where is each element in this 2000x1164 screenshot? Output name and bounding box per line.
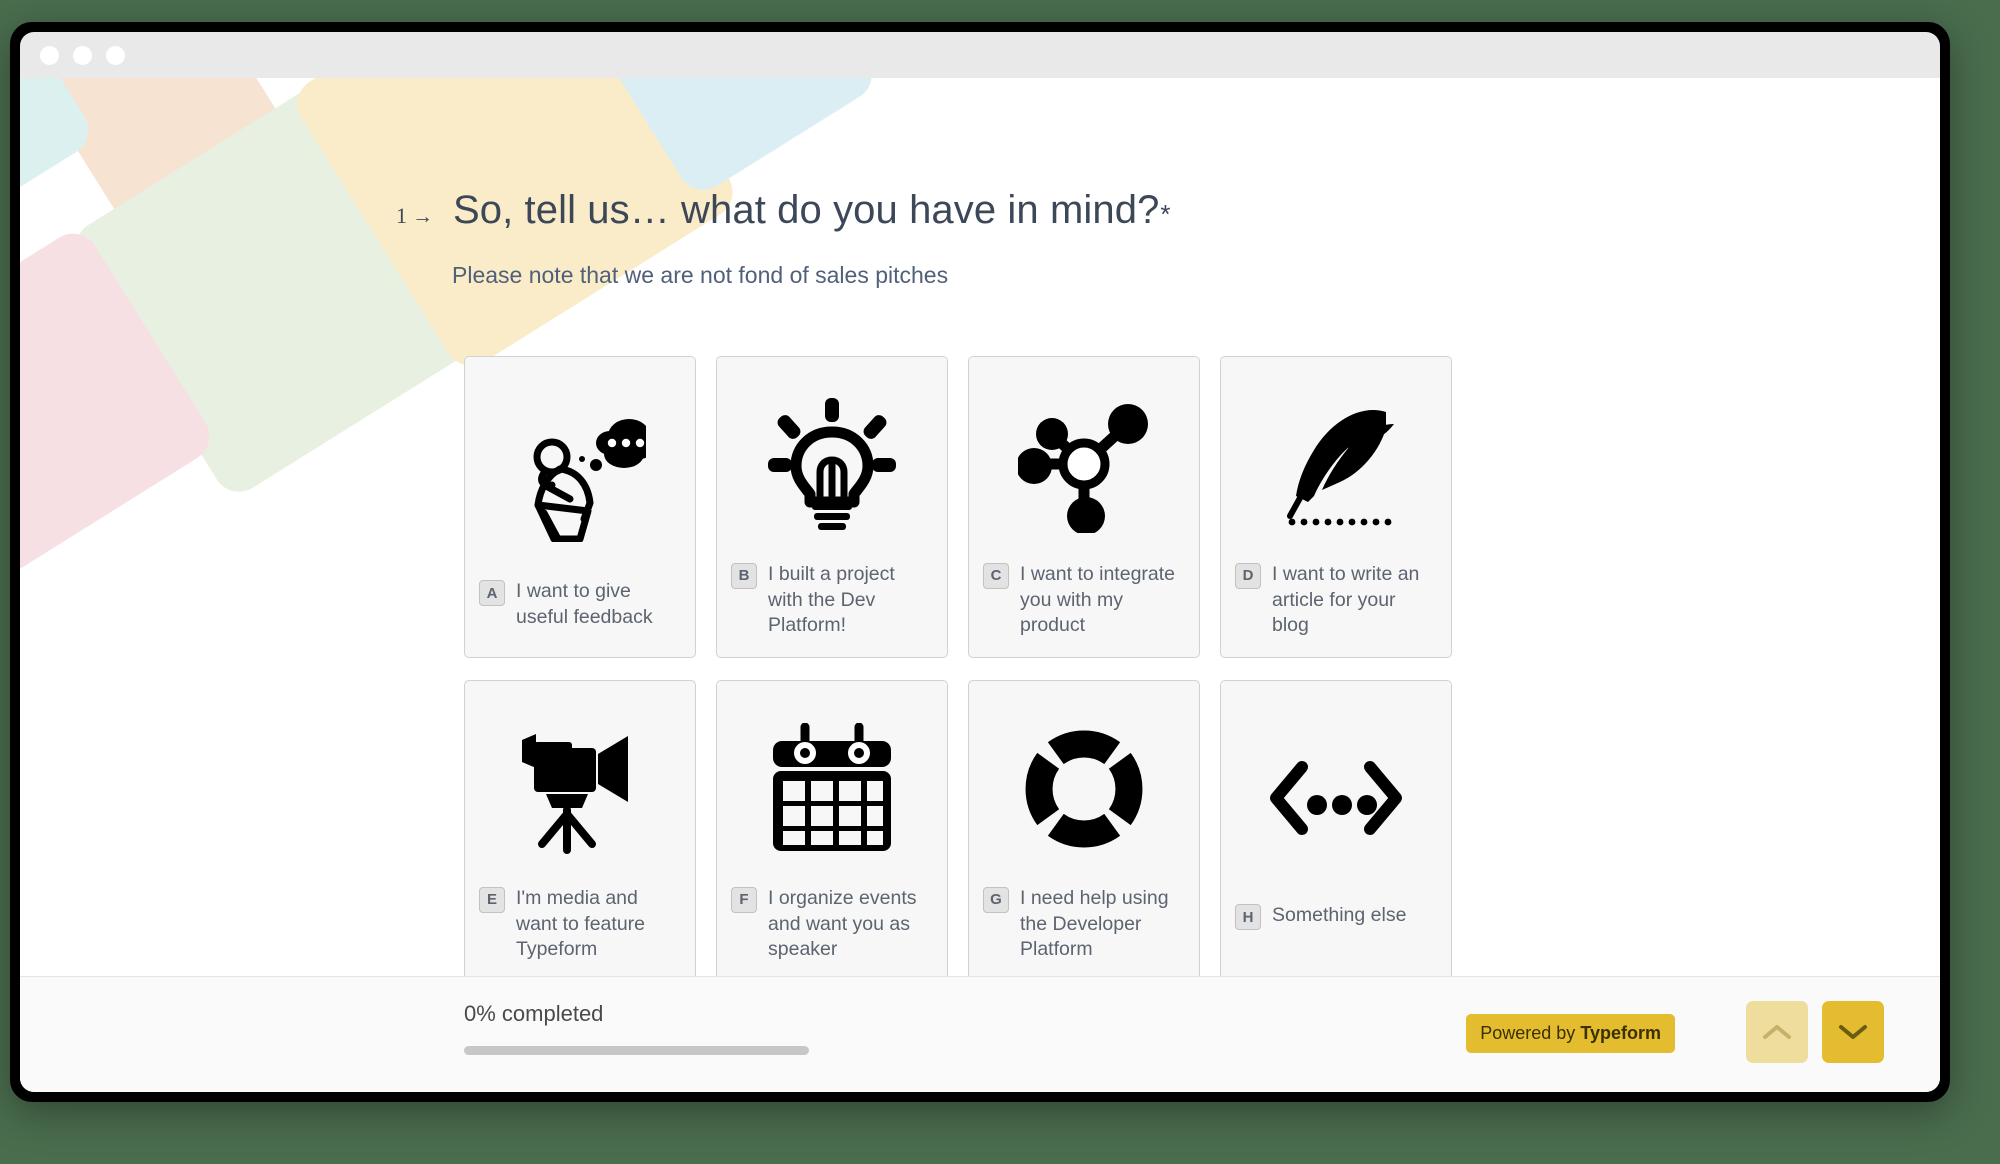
key-badge-g: G: [983, 886, 1009, 913]
choice-label-a: A I want to give useful feedback: [465, 579, 695, 657]
question-title-row: 1 → So, tell us… what do you have in min…: [396, 188, 1496, 233]
key-badge-a: A: [479, 580, 505, 606]
browser-viewport: 1 → So, tell us… what do you have in min…: [20, 78, 1940, 1092]
choice-card-a[interactable]: A I want to give useful feedback: [464, 356, 696, 658]
progress-bar: [464, 1046, 809, 1055]
question-number: 1: [396, 203, 407, 228]
previous-question-button[interactable]: [1746, 1001, 1808, 1063]
choice-text-e: I'm media and want to feature Typeform: [516, 886, 645, 961]
key-badge-h: H: [1235, 904, 1261, 930]
choice-text-b: I built a project with the Dev Platform!: [768, 562, 895, 637]
next-question-button[interactable]: [1822, 1001, 1884, 1063]
lifebuoy-icon: [969, 681, 1199, 886]
key-badge-c: C: [983, 562, 1009, 589]
quill-pen-icon: [1221, 357, 1451, 562]
brand-prefix: Powered by: [1480, 1023, 1581, 1043]
choice-text-c: I want to integrate you with my product: [1020, 562, 1176, 637]
required-asterisk: *: [1160, 199, 1171, 229]
molecule-icon: [969, 357, 1199, 562]
form-footer: 0% completed Powered by Typeform: [20, 976, 1940, 1092]
code-brackets-icon: [1221, 681, 1451, 903]
choice-card-b[interactable]: B I built a project with the Dev Platfor…: [716, 356, 948, 658]
choice-card-g[interactable]: G I need help using the Developer Platfo…: [968, 680, 1200, 982]
choice-label-b: B I built a project with the Dev Platfor…: [717, 562, 947, 657]
typeform-question-block: 1 → So, tell us… what do you have in min…: [20, 78, 1940, 998]
choice-text-f: I organize events and want you as speake…: [768, 886, 917, 961]
progress-area: 0% completed: [464, 1001, 809, 1055]
minimize-dot[interactable]: [73, 45, 92, 65]
key-badge-e: E: [479, 886, 505, 913]
choice-card-c[interactable]: C I want to integrate you with my produc…: [968, 356, 1200, 658]
key-badge-d: D: [1235, 562, 1261, 589]
choice-text-d: I want to write an article for your blog: [1272, 562, 1420, 637]
choice-card-d[interactable]: D I want to write an article for your bl…: [1220, 356, 1452, 658]
thinker-icon: [465, 357, 695, 579]
chevron-up-icon: [1763, 1025, 1791, 1039]
chevron-down-icon: [1839, 1025, 1867, 1039]
browser-window: 1 → So, tell us… what do you have in min…: [10, 22, 1950, 1102]
choice-label-e: E I'm media and want to feature Typeform: [465, 886, 695, 981]
choice-label-c: C I want to integrate you with my produc…: [969, 562, 1199, 657]
maximize-dot[interactable]: [106, 45, 125, 65]
video-camera-icon: [465, 681, 695, 886]
choice-label-g: G I need help using the Developer Platfo…: [969, 886, 1199, 981]
choice-text-g: I need help using the Developer Platform: [1020, 886, 1169, 961]
lightbulb-icon: [717, 357, 947, 562]
choice-card-h[interactable]: H Something else: [1220, 680, 1452, 982]
key-badge-b: B: [731, 562, 757, 589]
choice-label-h: H Something else: [1221, 903, 1451, 981]
arrow-icon: →: [412, 205, 433, 228]
choice-text-a: I want to give useful feedback: [516, 580, 653, 628]
choice-label-f: F I organize events and want you as spea…: [717, 886, 947, 981]
choice-label-d: D I want to write an article for your bl…: [1221, 562, 1451, 657]
key-badge-f: F: [731, 886, 757, 913]
powered-by-typeform-badge[interactable]: Powered by Typeform: [1466, 1014, 1675, 1053]
choice-text-h: Something else: [1272, 904, 1407, 926]
brand-name: Typeform: [1580, 1023, 1661, 1043]
window-titlebar: [20, 32, 1940, 78]
calendar-icon: [717, 681, 947, 886]
choice-card-f[interactable]: F I organize events and want you as spea…: [716, 680, 948, 982]
question-subtitle: Please note that we are not fond of sale…: [452, 262, 949, 288]
question-header: 1 → So, tell us… what do you have in min…: [396, 188, 1496, 289]
progress-label: 0% completed: [464, 1001, 604, 1026]
close-dot[interactable]: [40, 45, 59, 65]
choice-card-e[interactable]: E I'm media and want to feature Typeform: [464, 680, 696, 982]
choice-grid: A I want to give useful feedback B I bui…: [464, 356, 1452, 982]
page-title: So, tell us… what do you have in mind?: [453, 188, 1160, 232]
